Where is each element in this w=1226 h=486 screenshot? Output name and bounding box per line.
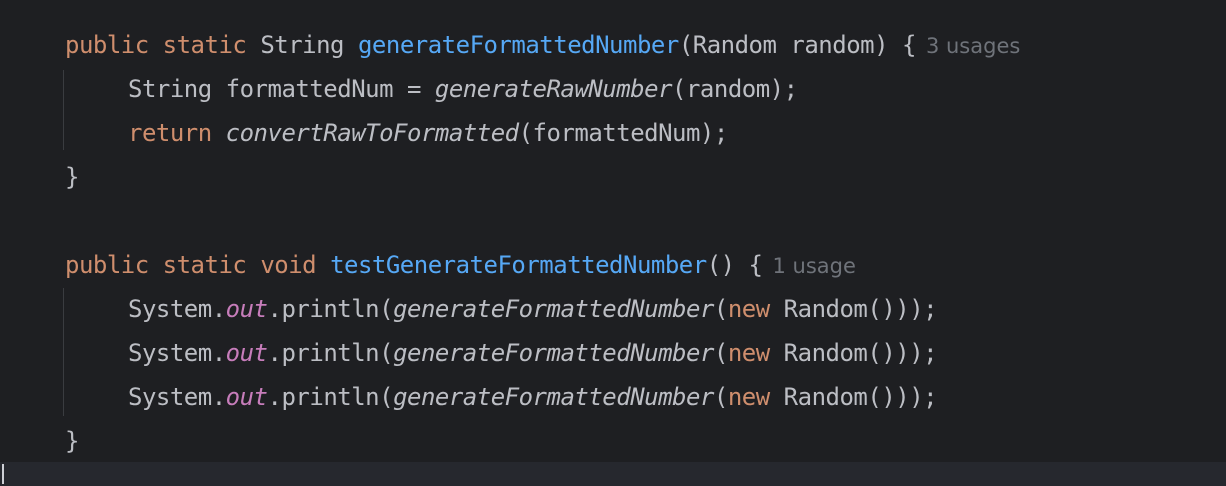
system-class: System. (128, 383, 226, 411)
return-type: String (260, 31, 345, 59)
static-field-out[interactable]: out (226, 383, 268, 411)
closing-brace: } (65, 427, 79, 455)
call-args: (random); (672, 75, 798, 103)
method-call[interactable]: generateFormattedNumber (393, 295, 714, 323)
code-editor[interactable]: public static String generateFormattedNu… (0, 0, 1226, 486)
println-call: .println( (267, 383, 394, 411)
code-line-println[interactable]: System.out.println(generateFormattedNumb… (128, 331, 938, 375)
system-class: System. (128, 295, 226, 323)
code-line-closing-brace[interactable]: } (65, 419, 79, 463)
call-tail: Random())); (769, 383, 938, 411)
code-line-println[interactable]: System.out.println(generateFormattedNumb… (128, 287, 938, 331)
println-call: .println( (267, 295, 394, 323)
keyword-public: public (65, 31, 149, 59)
code-line-println[interactable]: System.out.println(generateFormattedNumb… (128, 375, 938, 419)
indent-guide (63, 70, 64, 150)
keyword-static: static (162, 251, 247, 279)
static-field-out[interactable]: out (226, 339, 268, 367)
open-paren: ( (713, 339, 728, 367)
call-args: (formattedNum); (518, 119, 729, 147)
code-line-return[interactable]: return convertRawToFormatted(formattedNu… (128, 111, 728, 155)
method-call[interactable]: generateRawNumber (435, 75, 673, 103)
static-field-out[interactable]: out (226, 295, 268, 323)
keyword-void: void (260, 251, 317, 279)
keyword-new: new (727, 383, 770, 411)
code-line-method-declaration[interactable]: public static String generateFormattedNu… (65, 23, 1020, 67)
indent-guide (63, 288, 64, 416)
method-params: () { (706, 251, 763, 279)
code-line-closing-brace[interactable]: } (65, 155, 79, 199)
call-tail: Random())); (769, 295, 938, 323)
closing-brace: } (65, 163, 79, 191)
current-line-highlight[interactable] (0, 462, 1226, 486)
println-call: .println( (267, 339, 394, 367)
open-paren: ( (713, 383, 728, 411)
usages-inlay-hint[interactable]: 1 usage (773, 254, 856, 278)
open-paren: ( (713, 295, 728, 323)
keyword-return: return (128, 119, 212, 147)
method-params: (Random random) { (678, 31, 917, 59)
method-call[interactable]: generateFormattedNumber (393, 383, 714, 411)
keyword-new: new (727, 339, 770, 367)
variable-declaration: String formattedNum = (128, 75, 435, 103)
system-class: System. (128, 339, 226, 367)
keyword-static: static (162, 31, 247, 59)
text-caret (2, 464, 4, 484)
code-line-variable-declaration[interactable]: String formattedNum = generateRawNumber(… (128, 67, 798, 111)
method-call[interactable]: convertRawToFormatted (226, 119, 519, 147)
usages-inlay-hint[interactable]: 3 usages (926, 34, 1020, 58)
keyword-public: public (65, 251, 149, 279)
method-call[interactable]: generateFormattedNumber (393, 339, 714, 367)
keyword-new: new (727, 295, 770, 323)
code-line-method-declaration[interactable]: public static void testGenerateFormatted… (65, 243, 856, 287)
method-name[interactable]: testGenerateFormattedNumber (330, 251, 707, 279)
method-name[interactable]: generateFormattedNumber (358, 31, 679, 59)
call-tail: Random())); (769, 339, 938, 367)
